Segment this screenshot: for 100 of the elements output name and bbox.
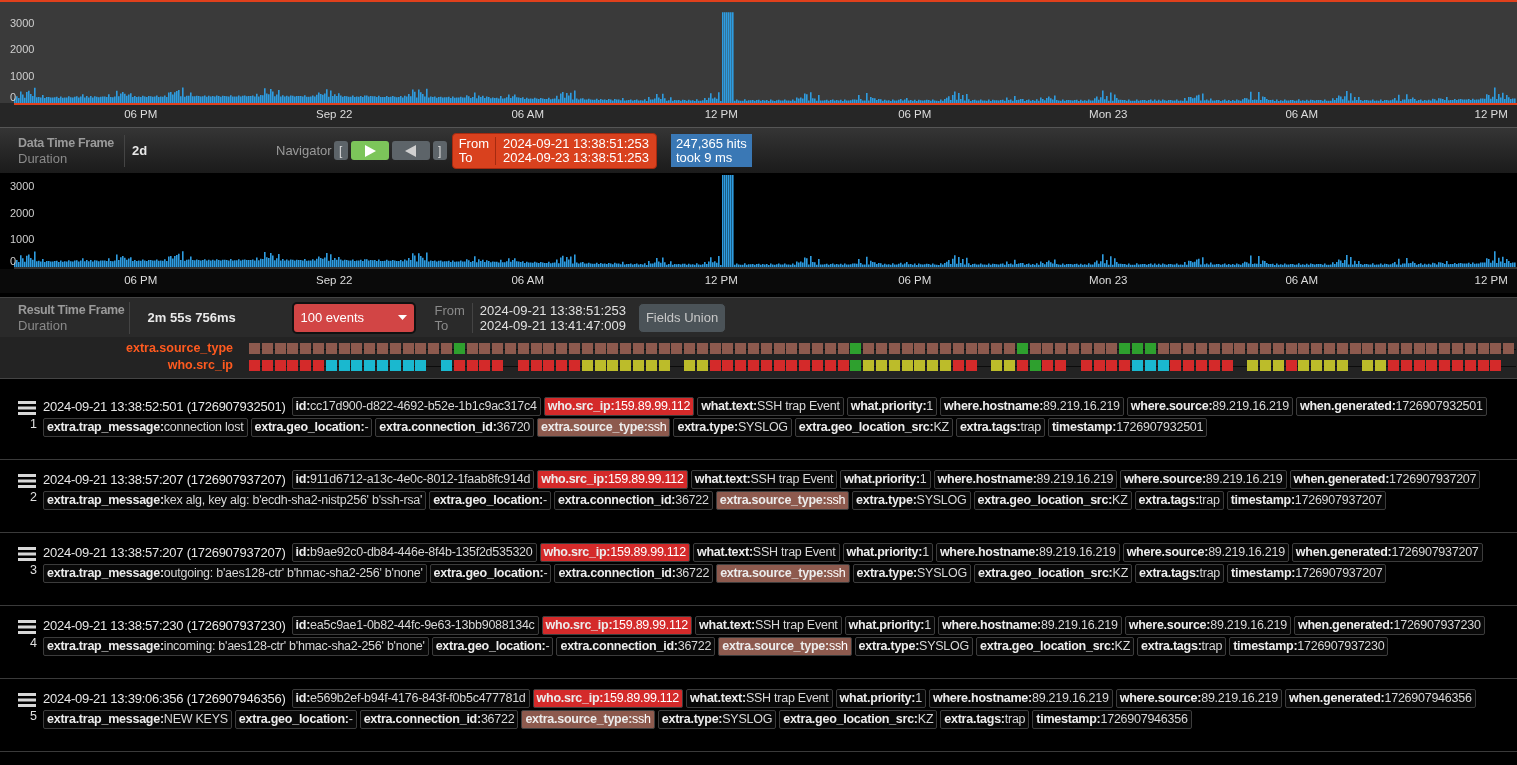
timeline-cell[interactable]: [249, 360, 260, 371]
bracket-button[interactable]: ]: [432, 141, 447, 160]
timeline-cell[interactable]: [965, 360, 977, 371]
timeline-cell[interactable]: [1029, 360, 1041, 371]
menu-icon[interactable]: [17, 401, 36, 415]
event-field[interactable]: what.priority:1: [835, 689, 926, 708]
timeline-cell[interactable]: [1080, 360, 1092, 371]
timeline-cell[interactable]: [1183, 360, 1195, 371]
timeline-cell[interactable]: [325, 343, 337, 354]
timeline-cell[interactable]: [300, 360, 312, 371]
timeline-cell[interactable]: [389, 360, 401, 371]
timeline-cell[interactable]: [517, 360, 529, 371]
event-field[interactable]: what.text:SSH trap Event: [690, 470, 838, 489]
event-field[interactable]: extra.source_type:ssh: [715, 491, 850, 510]
timeline-cell[interactable]: [709, 343, 721, 354]
timeline-cell[interactable]: [440, 343, 452, 354]
timeline-cell[interactable]: [671, 343, 683, 354]
event-field[interactable]: where.hostname:89.219.16.219: [935, 543, 1120, 562]
timeline-cell[interactable]: [658, 360, 670, 371]
timeline-cell[interactable]: [645, 343, 657, 354]
timeline-cell[interactable]: [1106, 343, 1118, 354]
timeline-cell[interactable]: [351, 360, 363, 371]
timeline-cell[interactable]: [645, 360, 657, 371]
timeline-cell[interactable]: [504, 343, 516, 354]
timeline-cell[interactable]: [722, 360, 734, 371]
timeline-cell[interactable]: [786, 360, 798, 371]
timeline-cell[interactable]: [888, 360, 900, 371]
timeline-cell[interactable]: [1298, 360, 1310, 371]
bracket-button[interactable]: [: [333, 141, 348, 160]
timeline-cell[interactable]: [517, 343, 529, 354]
fields-union-button[interactable]: Fields Union: [637, 302, 727, 333]
event-field[interactable]: where.hostname:89.219.16.219: [928, 689, 1113, 708]
event-field[interactable]: extra.tags:trap: [1137, 637, 1227, 656]
timeline-cell[interactable]: [338, 343, 350, 354]
timeline-cell[interactable]: [773, 343, 785, 354]
event-field[interactable]: where.source:89.219.16.219: [1120, 470, 1287, 489]
timeline-cell[interactable]: [1490, 343, 1502, 354]
event-field[interactable]: what.priority:1: [840, 470, 931, 489]
event-field[interactable]: where.hostname:89.219.16.219: [937, 616, 1122, 635]
timeline-cell[interactable]: [799, 343, 811, 354]
timeline-cell[interactable]: [466, 343, 478, 354]
event-field[interactable]: extra.trap_message:connection lost: [43, 418, 248, 437]
event-field[interactable]: extra.geo_location_src:KZ: [779, 710, 938, 729]
timeline-cell[interactable]: [696, 343, 708, 354]
timeline-cell[interactable]: [453, 343, 465, 354]
event-field[interactable]: who.src_ip:159.89.99.112: [543, 397, 695, 416]
timeline-cell[interactable]: [1477, 360, 1489, 371]
timeline-cell[interactable]: [1170, 343, 1182, 354]
event-field[interactable]: extra.connection_id:36720: [375, 418, 535, 437]
timeline-cell[interactable]: [760, 343, 772, 354]
event-field[interactable]: extra.source_type:ssh: [521, 710, 655, 729]
timeline-cell[interactable]: [1400, 343, 1412, 354]
event-field[interactable]: extra.type:SYSLOG: [657, 710, 777, 729]
timeline-cell[interactable]: [1004, 343, 1015, 354]
timeline-cell[interactable]: [684, 360, 696, 371]
timeline-cell[interactable]: [479, 343, 491, 354]
timeline-cell[interactable]: [1490, 360, 1502, 371]
event-field[interactable]: where.source:89.219.16.219: [1122, 543, 1289, 562]
timeline-cell[interactable]: [568, 360, 580, 371]
event-field[interactable]: timestamp:1726907937207: [1227, 564, 1387, 583]
timeline-cell[interactable]: [1247, 360, 1259, 371]
timeline-cell[interactable]: [1170, 360, 1182, 371]
timeline-cell[interactable]: [1029, 343, 1041, 354]
event-field[interactable]: extra.tags:trap: [1134, 491, 1224, 510]
timeline-cell[interactable]: [1400, 360, 1412, 371]
timeline-cell[interactable]: [1387, 360, 1399, 371]
timeline-cell[interactable]: [850, 360, 862, 371]
event-field[interactable]: id:cc17d900-d822-4692-b52e-1b1c9ac317c4: [291, 397, 541, 416]
timeline-cell[interactable]: [249, 343, 260, 354]
event-field[interactable]: extra.source_type:ssh: [718, 637, 852, 656]
event-field[interactable]: what.priority:1: [844, 616, 935, 635]
timeline-cell[interactable]: [415, 360, 427, 371]
timeline-cell[interactable]: [402, 360, 414, 371]
timeline-cell[interactable]: [991, 360, 1003, 371]
timeline-cell[interactable]: [1144, 360, 1156, 371]
back-button[interactable]: [391, 141, 430, 160]
menu-icon[interactable]: [17, 547, 36, 561]
timeline-cell[interactable]: [556, 343, 568, 354]
timeline-cell[interactable]: [722, 343, 734, 354]
event-field[interactable]: who.src_ip:159.89.99.112: [537, 470, 688, 489]
timeline-cell[interactable]: [1016, 360, 1028, 371]
timeline-cell[interactable]: [901, 343, 913, 354]
event-field[interactable]: timestamp:1726907946356: [1032, 710, 1192, 729]
timeline-cell[interactable]: [1285, 343, 1297, 354]
event-field[interactable]: who.src_ip:159.89.99.112: [539, 543, 690, 562]
timeline-cell[interactable]: [1413, 343, 1425, 354]
events-dropdown[interactable]: 100 events: [291, 301, 416, 334]
timeline-cell[interactable]: [607, 343, 619, 354]
event-field[interactable]: where.hostname:89.219.16.219: [933, 470, 1118, 489]
event-field[interactable]: id:ea5c9ae1-0b82-44fc-9e63-13bb9088134c: [291, 616, 539, 635]
timeline-cell[interactable]: [415, 343, 427, 354]
timeline-cell[interactable]: [837, 343, 849, 354]
event-field[interactable]: timestamp:1726907932501: [1047, 418, 1208, 437]
event-field[interactable]: extra.geo_location:-: [250, 418, 373, 437]
menu-icon[interactable]: [17, 620, 36, 634]
event-field[interactable]: id:b9ae92c0-db84-446e-8f4b-135f2d535320: [291, 543, 537, 562]
timeline-cell[interactable]: [799, 360, 811, 371]
timeline-cell[interactable]: [1439, 343, 1451, 354]
event-field[interactable]: when.generated:1726907946356: [1284, 689, 1476, 708]
timeline-cell[interactable]: [1195, 343, 1207, 354]
